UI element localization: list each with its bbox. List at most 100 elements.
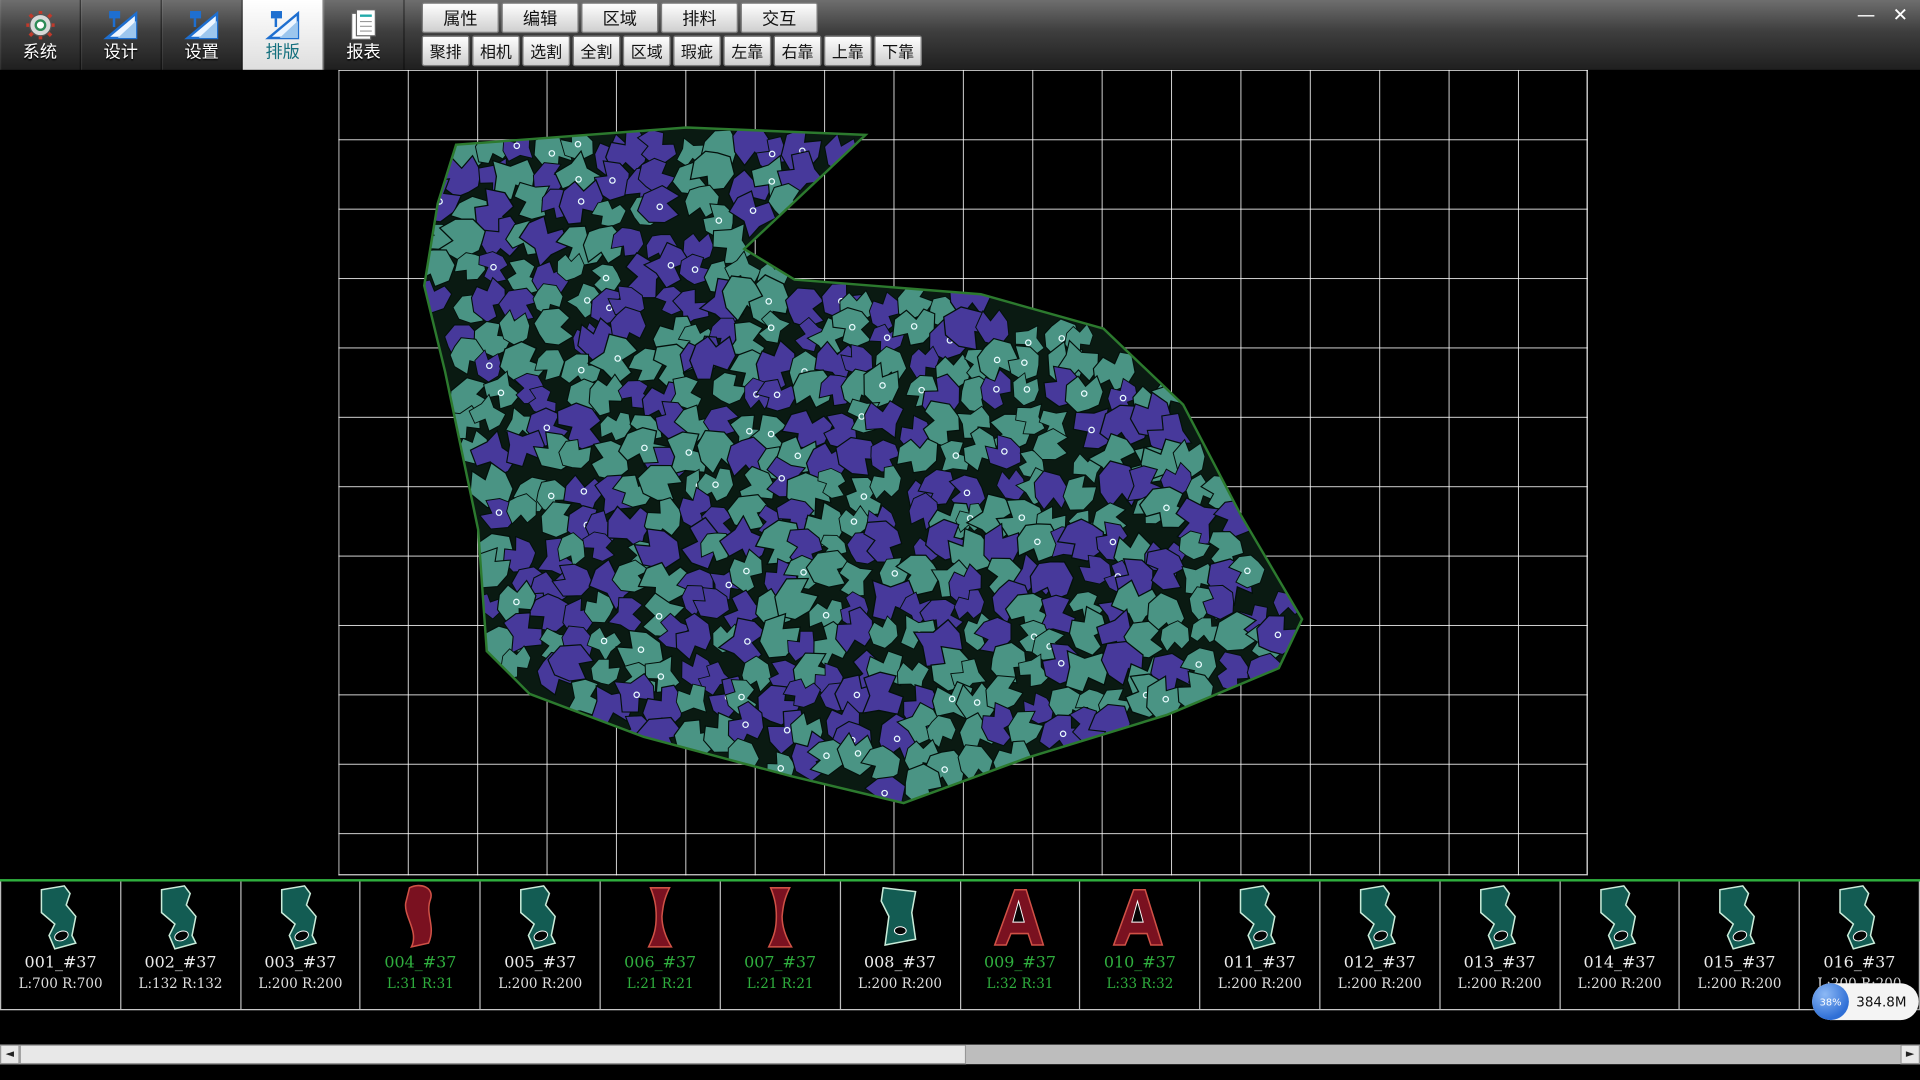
menu-tab-edit[interactable]: 编辑 [501, 2, 578, 33]
app-tab-report[interactable]: 报表 [324, 0, 405, 70]
piece-name-label: 004_#37 [384, 954, 456, 972]
piece-thumbnail-015_#37[interactable]: 015_#37 L:200 R:200 [1680, 882, 1800, 1010]
menu-tab-nesting[interactable]: 排料 [661, 2, 738, 33]
minimize-button[interactable]: — [1854, 4, 1879, 26]
piece-name-label: 011_#37 [1224, 954, 1296, 972]
app-tab-label: 设置 [185, 42, 219, 62]
piece-shape-preview [32, 884, 89, 953]
piece-count-label: L:200 R:200 [1338, 976, 1422, 992]
gear-icon [21, 8, 58, 41]
tool-button-cut-all[interactable]: 全割 [573, 36, 621, 67]
app-tab-design[interactable]: 设计 [81, 0, 162, 70]
tool-button-snap-left[interactable]: 左靠 [723, 36, 771, 67]
piece-shape-preview [632, 884, 689, 953]
piece-thumbnail-005_#37[interactable]: 005_#37L:200 R:200 [481, 882, 601, 1010]
piece-thumbnail-006_#37[interactable]: 006_#37 L:21 R:21 [601, 882, 721, 1010]
menu-tab-properties[interactable]: 属性 [422, 2, 499, 33]
piece-count-label: L:200 R:200 [258, 976, 342, 992]
piece-name-label: 003_#37 [264, 954, 336, 972]
piece-shape-preview [512, 884, 569, 953]
tool-button-select-cut[interactable]: 选割 [522, 36, 570, 67]
piece-count-label: L:132 R:132 [139, 976, 223, 992]
app-tab-layout[interactable]: 排版 [243, 0, 324, 70]
piece-count-label: L:200 R:200 [1458, 976, 1542, 992]
piece-name-label: 006_#37 [624, 954, 696, 972]
report-document-icon [347, 8, 380, 41]
piece-shape-preview [1471, 884, 1528, 953]
piece-shape-preview [152, 884, 209, 953]
scrollbar-thumb[interactable] [20, 1045, 967, 1065]
menu-tab-interact[interactable]: 交互 [741, 2, 818, 33]
tool-button-snap-right[interactable]: 右靠 [774, 36, 822, 67]
piece-shape-preview [1591, 884, 1648, 953]
menu-tab-region[interactable]: 区域 [581, 2, 658, 33]
app-tab-label: 设计 [104, 42, 138, 62]
tool-button-camera[interactable]: 相机 [472, 36, 520, 67]
piece-count-label: L:200 R:200 [1578, 976, 1662, 992]
scroll-left-arrow[interactable]: ◄ [0, 1045, 20, 1065]
piece-name-label: 001_#37 [25, 954, 97, 972]
triangle-ruler-icon [183, 8, 220, 41]
hide-with-nested-pieces[interactable] [0, 70, 1920, 878]
piece-thumbnail-001_#37[interactable]: 001_#37 L:700 R:700 [0, 882, 121, 1010]
tool-button-row: 聚排相机选割全割区域瑕疵左靠右靠上靠下靠 [422, 36, 922, 67]
piece-name-label: 002_#37 [144, 954, 216, 972]
piece-count-label: L:33 R:32 [1106, 976, 1173, 992]
piece-count-label: L:21 R:21 [747, 976, 814, 992]
menu-area: 属性编辑区域排料交互 聚排相机选割全割区域瑕疵左靠右靠上靠下靠 [422, 0, 922, 66]
tool-button-region[interactable]: 区域 [623, 36, 671, 67]
piece-thumbnail-014_#37[interactable]: 014_#37 L:200 R:200 [1560, 882, 1680, 1010]
memory-usage-label: 384.8M [1856, 994, 1906, 1010]
piece-thumbnail-010_#37[interactable]: 010_#37 L:33 R:32 [1081, 882, 1201, 1010]
piece-count-label: L:21 R:21 [627, 976, 694, 992]
piece-name-label: 015_#37 [1703, 954, 1775, 972]
tool-button-snap-top[interactable]: 上靠 [824, 36, 872, 67]
piece-shape-preview [991, 884, 1048, 953]
piece-shape-preview [752, 884, 809, 953]
app-tab-label: 报表 [346, 42, 380, 62]
piece-thumbnail-011_#37[interactable]: 011_#37L:200 R:200 [1200, 882, 1320, 1010]
piece-name-label: 009_#37 [984, 954, 1056, 972]
piece-thumbnail-008_#37[interactable]: 008_#37L:200 R:200 [841, 882, 961, 1010]
window-controls: — ✕ [1854, 4, 1913, 26]
piece-thumbnail-strip: 001_#37 L:700 R:700 002_#37 L:132 R:132 003_… [0, 879, 1920, 1010]
piece-name-label: 013_#37 [1464, 954, 1536, 972]
piece-shape-preview [1111, 884, 1168, 953]
piece-thumbnail-012_#37[interactable]: 012_#37L:200 R:200 [1320, 882, 1440, 1010]
piece-shape-preview [1231, 884, 1288, 953]
piece-count-label: L:32 R:31 [987, 976, 1054, 992]
piece-thumbnail-004_#37[interactable]: 004_#37 L:31 R:31 [361, 882, 481, 1010]
tool-button-snap-bottom[interactable]: 下靠 [874, 36, 922, 67]
piece-thumbnail-009_#37[interactable]: 009_#37 L:32 R:31 [961, 882, 1081, 1010]
piece-shape-preview [871, 884, 928, 953]
piece-name-label: 007_#37 [744, 954, 816, 972]
scrollbar-track[interactable] [20, 1045, 1901, 1065]
app-tab-bar: 系统设计 设置 排版 报表 [0, 0, 405, 70]
piece-name-label: 014_#37 [1584, 954, 1656, 972]
piece-shape-preview [1351, 884, 1408, 953]
tool-button-cluster-nest[interactable]: 聚排 [422, 36, 470, 67]
piece-thumbnail-007_#37[interactable]: 007_#37 L:21 R:21 [721, 882, 841, 1010]
piece-name-label: 016_#37 [1823, 954, 1895, 972]
toolbar: 系统设计设置排版报表 属性编辑区域排料交互 聚排相机选割全割区域瑕疵左靠右靠上靠… [0, 0, 1920, 70]
app-tab-label: 排版 [265, 42, 299, 62]
app-tab-settings[interactable]: 设置 [162, 0, 243, 70]
piece-name-label: 010_#37 [1104, 954, 1176, 972]
tool-button-defect[interactable]: 瑕疵 [673, 36, 721, 67]
piece-count-label: L:200 R:200 [858, 976, 942, 992]
piece-name-label: 005_#37 [504, 954, 576, 972]
nesting-canvas[interactable] [0, 70, 1920, 878]
application-window: 系统设计设置排版报表 属性编辑区域排料交互 聚排相机选割全割区域瑕疵左靠右靠上靠… [0, 0, 1920, 1080]
piece-thumbnail-002_#37[interactable]: 002_#37 L:132 R:132 [121, 882, 241, 1010]
app-tab-system[interactable]: 系统 [0, 0, 81, 70]
piece-thumbnail-003_#37[interactable]: 003_#37 L:200 R:200 [241, 882, 361, 1010]
piece-thumbnail-013_#37[interactable]: 013_#37 L:200 R:200 [1440, 882, 1560, 1010]
piece-count-label: L:200 R:200 [1698, 976, 1782, 992]
scroll-right-arrow[interactable]: ► [1900, 1045, 1920, 1065]
piece-count-label: L:700 R:700 [19, 976, 103, 992]
piece-shape-preview [392, 884, 449, 953]
piece-count-label: L:31 R:31 [387, 976, 454, 992]
piece-shape-preview [272, 884, 329, 953]
menu-tab-row: 属性编辑区域排料交互 [422, 2, 922, 33]
close-button[interactable]: ✕ [1888, 4, 1913, 26]
